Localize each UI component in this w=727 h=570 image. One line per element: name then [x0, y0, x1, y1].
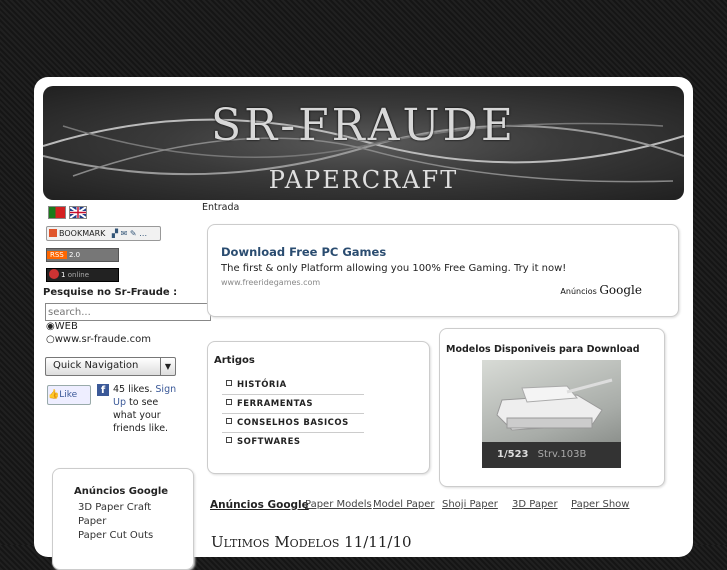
- radio-unselected-icon[interactable]: ○: [46, 334, 55, 345]
- facebook-icon: f: [97, 384, 109, 396]
- menu-item-ferramentas[interactable]: FERRAMENTAS: [222, 395, 364, 414]
- search-web-option[interactable]: ◉WEB: [46, 321, 78, 332]
- model-caption-bar: 1/523 Strv.103B: [482, 442, 621, 468]
- left-ads-box: Anúncios Google 3D Paper Craft Paper Pap…: [52, 468, 194, 570]
- quick-navigation-label: Quick Navigation: [53, 360, 139, 371]
- banner-title: SR-FRAUDE: [210, 100, 517, 151]
- ad-url-link[interactable]: www.freeridegames.com: [221, 278, 320, 287]
- modelos-box: Modelos Disponiveis para Download 1/523 …: [439, 328, 665, 487]
- online-counter-badge: 1 online: [46, 268, 119, 282]
- ads-by-google-label[interactable]: Anúncios Google: [560, 283, 642, 297]
- left-ad-link[interactable]: 3D Paper Craft: [78, 502, 151, 513]
- menu-item-label: FERRAMENTAS: [237, 399, 313, 409]
- google-brand-label: Google: [599, 283, 642, 297]
- menu-item-label: CONSELHOS BASICOS: [237, 418, 349, 428]
- ads-by-label: Anúncios: [560, 287, 597, 296]
- online-count: 1: [61, 271, 66, 279]
- section-title: Ultimos Modelos 11/11/10: [211, 533, 412, 551]
- facebook-like-label: Like: [59, 390, 78, 400]
- left-ads-heading[interactable]: Anúncios Google: [74, 486, 168, 497]
- quick-navigation-select[interactable]: Quick Navigation ▼: [45, 357, 176, 376]
- tank-model-graphic: [496, 378, 613, 431]
- model-counter: 1/523: [497, 449, 529, 460]
- banner-subtitle: PAPERCRAFT: [268, 166, 459, 194]
- bottom-ads-heading[interactable]: Anúncios Google: [210, 499, 309, 511]
- online-icon: [49, 269, 59, 279]
- bottom-ad-link[interactable]: 3D Paper: [512, 499, 558, 510]
- facebook-likes-text: 45 likes. Sign Up to see what your frien…: [113, 383, 183, 435]
- online-label: online: [67, 271, 90, 279]
- menu-item-label: HISTÓRIA: [237, 380, 287, 390]
- bullet-square-icon: [226, 437, 232, 443]
- uk-flag-icon[interactable]: [69, 206, 87, 219]
- rss-label: RSS: [47, 251, 67, 259]
- page-container: SR-FRAUDE PAPERCRAFT Entrada BOOKMARK ▞ …: [34, 77, 693, 570]
- search-site-label: www.sr-fraude.com: [54, 334, 151, 345]
- menu-item-softwares[interactable]: SOFTWARES: [222, 433, 364, 451]
- menu-item-label: SOFTWARES: [237, 437, 301, 447]
- rss-badge[interactable]: RSS 2.0: [46, 248, 119, 262]
- breadcrumb[interactable]: Entrada: [202, 202, 239, 213]
- artigos-box: Artigos HISTÓRIA FERRAMENTAS CONSELHOS B…: [207, 341, 430, 474]
- radio-selected-icon[interactable]: ◉: [46, 321, 55, 332]
- model-caption: Strv.103B: [537, 449, 587, 460]
- bottom-ad-link[interactable]: Paper Models: [305, 499, 372, 510]
- bookmark-label: BOOKMARK: [59, 229, 106, 238]
- search-site-option[interactable]: ○www.sr-fraude.com: [46, 334, 151, 345]
- model-preview-image[interactable]: 1/523 Strv.103B: [482, 360, 621, 468]
- bullet-square-icon: [226, 399, 232, 405]
- site-banner[interactable]: SR-FRAUDE PAPERCRAFT: [43, 86, 684, 200]
- thumbs-up-icon: 👍: [48, 390, 60, 400]
- artigos-heading: Artigos: [214, 355, 255, 366]
- share-services-icon: ▞ ✉ ✎ …: [111, 229, 148, 238]
- rss-version: 2.0: [69, 251, 81, 259]
- facebook-likes-count: 45 likes.: [113, 384, 153, 395]
- portugal-flag-icon[interactable]: [48, 206, 66, 219]
- bullet-square-icon: [226, 380, 232, 386]
- search-web-label: WEB: [54, 321, 78, 332]
- bottom-ad-link[interactable]: Model Paper: [373, 499, 435, 510]
- facebook-like-button[interactable]: 👍Like: [47, 385, 91, 405]
- ad-title-link[interactable]: Download Free PC Games: [221, 245, 386, 259]
- bottom-ad-link[interactable]: Shoji Paper: [442, 499, 498, 510]
- menu-item-historia[interactable]: HISTÓRIA: [222, 376, 364, 395]
- modelos-heading: Modelos Disponiveis para Download: [446, 344, 640, 355]
- left-ad-link[interactable]: Paper: [78, 516, 106, 527]
- search-input[interactable]: [45, 303, 211, 321]
- bookmark-button[interactable]: BOOKMARK ▞ ✉ ✎ …: [46, 226, 161, 241]
- menu-item-conselhos-basicos[interactable]: CONSELHOS BASICOS: [222, 414, 364, 433]
- dropdown-arrow-icon: ▼: [160, 358, 175, 375]
- bookmark-icon: [49, 229, 57, 237]
- top-ad-box: Download Free PC Games The first & only …: [207, 224, 679, 317]
- left-ad-link[interactable]: Paper Cut Outs: [78, 530, 153, 541]
- search-heading: Pesquise no Sr-Fraude :: [43, 287, 178, 298]
- ad-description: The first & only Platform allowing you 1…: [221, 263, 567, 274]
- bottom-ad-link[interactable]: Paper Show: [571, 499, 629, 510]
- bullet-square-icon: [226, 418, 232, 424]
